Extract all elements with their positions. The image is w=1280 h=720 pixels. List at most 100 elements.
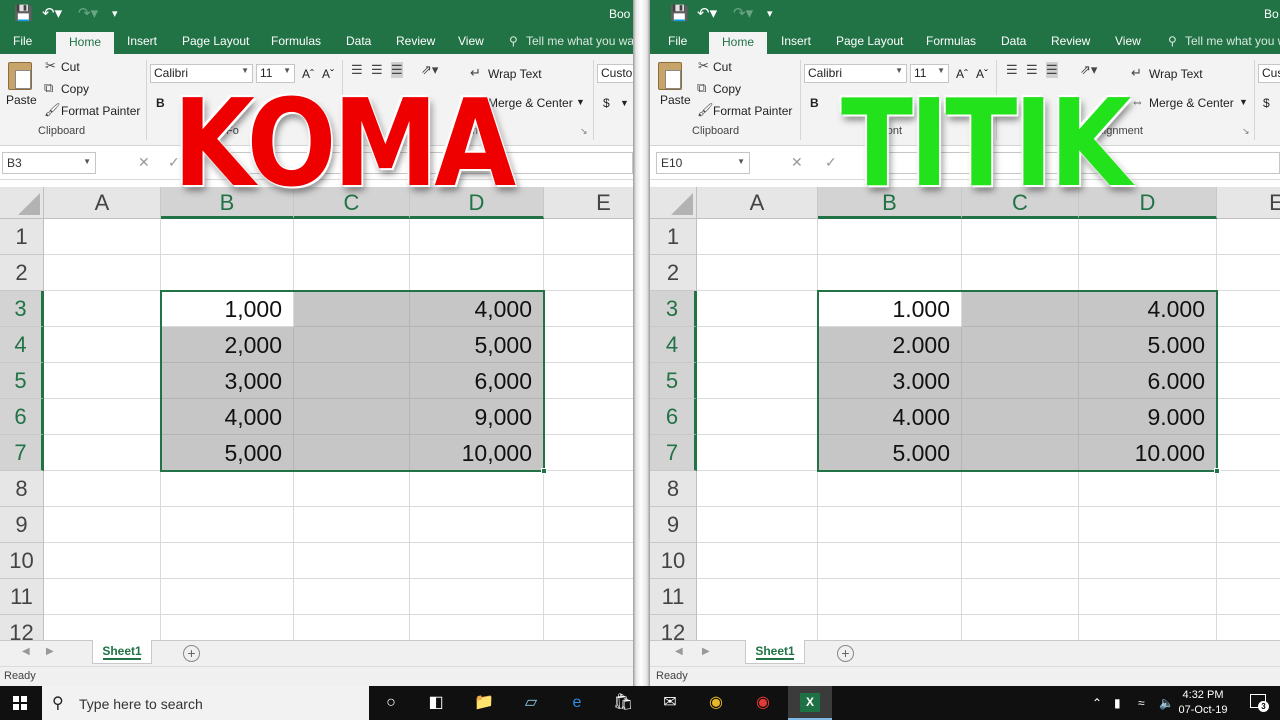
bold-button[interactable]: B <box>810 96 819 110</box>
store-icon[interactable]: 🛍 <box>613 693 633 713</box>
cell-a2[interactable] <box>697 255 818 291</box>
cut-icon[interactable]: ✂ <box>45 58 56 74</box>
column-header-a[interactable]: A <box>697 187 818 219</box>
cell-d8[interactable] <box>1079 471 1217 507</box>
tab-home[interactable]: Home <box>56 32 115 54</box>
merge-dropdown-icon[interactable]: ▼ <box>576 97 585 107</box>
tell-me-box[interactable]: Tell me what you wa <box>526 34 633 48</box>
wifi-icon[interactable]: ≈ <box>1138 696 1145 710</box>
cell-b8[interactable] <box>818 471 962 507</box>
copy-button[interactable]: Copy <box>61 82 89 96</box>
cell-d2[interactable] <box>1079 255 1217 291</box>
cell-e4[interactable] <box>1217 327 1280 363</box>
tab-file[interactable]: File <box>13 34 32 48</box>
row-header[interactable]: 6 <box>0 399 44 435</box>
tab-formulas[interactable]: Formulas <box>926 34 976 48</box>
column-header-e[interactable]: E <box>544 187 633 219</box>
screen-recorder-icon[interactable]: ◉ <box>753 693 773 713</box>
cell-a10[interactable] <box>697 543 818 579</box>
enter-icon[interactable]: ✓ <box>825 154 837 171</box>
cell-a10[interactable] <box>44 543 161 579</box>
undo-icon[interactable]: ↶▾ <box>42 4 62 22</box>
cell-b11[interactable] <box>161 579 294 615</box>
cell-a5[interactable] <box>44 363 161 399</box>
cell-b10[interactable] <box>161 543 294 579</box>
fill-handle[interactable] <box>1214 468 1220 474</box>
task-view-icon[interactable]: ◧ <box>426 693 446 713</box>
format-painter-icon[interactable]: 🖌 <box>697 102 714 118</box>
name-box[interactable]: B3 ▼ <box>2 152 96 174</box>
row-header[interactable]: 3 <box>0 291 44 327</box>
tab-review[interactable]: Review <box>396 34 435 48</box>
row-header[interactable]: 9 <box>0 507 44 543</box>
cell-b1[interactable] <box>818 219 962 255</box>
tablet-app-icon[interactable]: ▱ <box>521 693 541 713</box>
cell-c2[interactable] <box>294 255 410 291</box>
cell-d11[interactable] <box>1079 579 1217 615</box>
cell-c11[interactable] <box>294 579 410 615</box>
add-sheet-icon[interactable]: + <box>837 645 854 662</box>
redo-icon[interactable]: ↷▾ <box>78 4 98 22</box>
cell-a1[interactable] <box>44 219 161 255</box>
save-icon[interactable]: 💾 <box>670 4 689 22</box>
cell-a9[interactable] <box>697 507 818 543</box>
cell-a8[interactable] <box>44 471 161 507</box>
merge-center-button[interactable]: Merge & Center <box>1149 96 1234 110</box>
cell-a6[interactable] <box>44 399 161 435</box>
cell-e2[interactable] <box>1217 255 1280 291</box>
cell-c9[interactable] <box>962 507 1079 543</box>
dialog-launcher-icon[interactable]: ↘ <box>580 126 588 137</box>
row-header[interactable]: 8 <box>0 471 44 507</box>
row-header[interactable]: 6 <box>650 399 697 435</box>
cell-e1[interactable] <box>544 219 633 255</box>
tab-home[interactable]: Home <box>709 32 768 54</box>
format-painter-button[interactable]: Format Painter <box>713 104 792 118</box>
merge-dropdown-icon[interactable]: ▼ <box>1239 97 1248 107</box>
cell-e6[interactable] <box>1217 399 1280 435</box>
battery-icon[interactable]: ▮ <box>1114 696 1121 710</box>
cell-d1[interactable] <box>1079 219 1217 255</box>
row-header[interactable]: 8 <box>650 471 697 507</box>
sheet-tab-sheet1[interactable]: Sheet1 <box>745 640 805 664</box>
copy-icon[interactable]: ⧉ <box>44 80 53 96</box>
cell-a11[interactable] <box>697 579 818 615</box>
bold-button[interactable]: B <box>156 96 165 110</box>
cell-c8[interactable] <box>962 471 1079 507</box>
wrap-text-icon[interactable]: ↵ <box>1131 65 1142 81</box>
paste-button[interactable]: Paste <box>6 93 37 107</box>
cell-d11[interactable] <box>410 579 544 615</box>
row-header[interactable]: 11 <box>0 579 44 615</box>
cell-b9[interactable] <box>161 507 294 543</box>
cell-e10[interactable] <box>1217 543 1280 579</box>
fill-handle[interactable] <box>541 468 547 474</box>
cancel-icon[interactable]: ✕ <box>791 154 803 171</box>
cell-d8[interactable] <box>410 471 544 507</box>
cell-e9[interactable] <box>544 507 633 543</box>
cell-d1[interactable] <box>410 219 544 255</box>
cell-e3[interactable] <box>544 291 633 327</box>
row-header[interactable]: 7 <box>650 435 697 471</box>
cell-c10[interactable] <box>962 543 1079 579</box>
scroll-right-icon[interactable]: ▶ <box>46 646 54 657</box>
cell-c11[interactable] <box>962 579 1079 615</box>
paste-icon[interactable] <box>8 62 32 90</box>
cell-d10[interactable] <box>1079 543 1217 579</box>
row-header[interactable]: 10 <box>650 543 697 579</box>
tab-view[interactable]: View <box>458 34 484 48</box>
cell-e2[interactable] <box>544 255 633 291</box>
cell-a6[interactable] <box>697 399 818 435</box>
tab-view[interactable]: View <box>1115 34 1141 48</box>
customize-qat-icon[interactable]: ▾ <box>767 7 773 20</box>
cell-b2[interactable] <box>161 255 294 291</box>
tab-page-layout[interactable]: Page Layout <box>182 34 249 48</box>
cell-a7[interactable] <box>44 435 161 471</box>
tab-insert[interactable]: Insert <box>127 34 157 48</box>
cell-e5[interactable] <box>544 363 633 399</box>
select-all-corner[interactable] <box>0 187 44 219</box>
cell-e8[interactable] <box>1217 471 1280 507</box>
cell-a7[interactable] <box>697 435 818 471</box>
row-header[interactable]: 7 <box>0 435 44 471</box>
row-header[interactable]: 3 <box>650 291 697 327</box>
tell-me-icon[interactable]: ⚲ <box>1168 34 1177 48</box>
cell-a5[interactable] <box>697 363 818 399</box>
